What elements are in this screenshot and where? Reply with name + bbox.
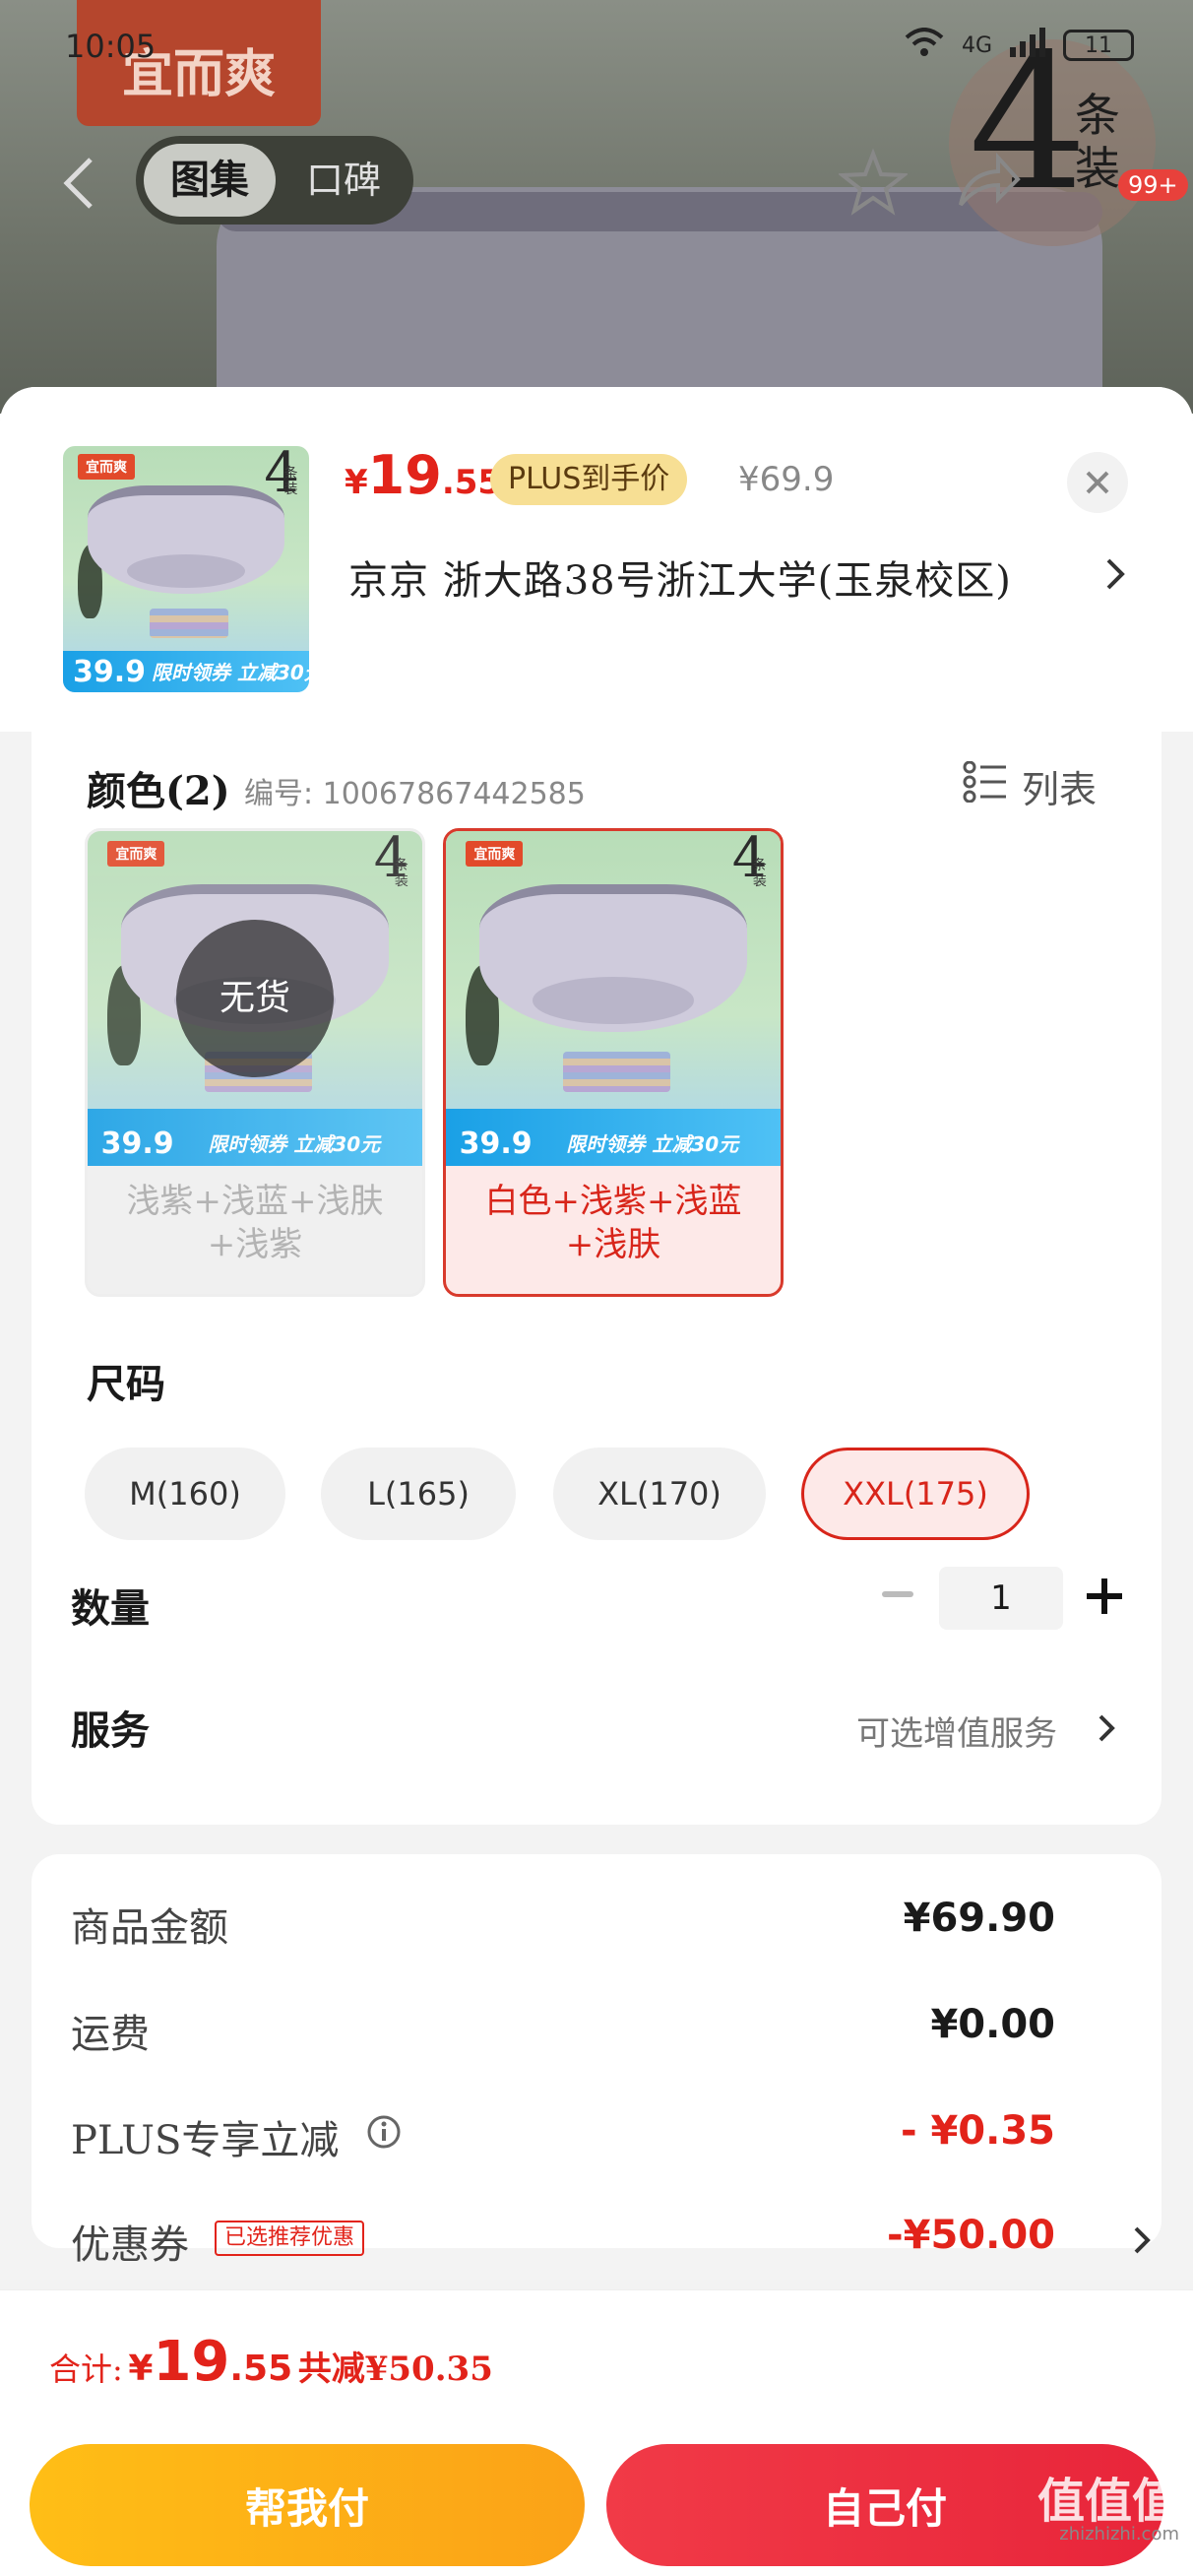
sku-sheet: 宜而爽 4 条装 39.9 限时领券 立减30元 ¥19.55 PLUS到手价 …	[0, 387, 1193, 2576]
share-icon[interactable]	[953, 148, 1022, 217]
delivery-address[interactable]: 京京 浙大路38号浙江大学(玉泉校区)	[348, 548, 1077, 606]
sku-number: 编号: 10067867442585	[244, 777, 586, 811]
cost-row-plus-discount: PLUS专享立减 - ¥0.35	[71, 2108, 1055, 2163]
options-panel: 颜色(2) 编号: 10067867442585 列表 宜而爽 4 条装 39.…	[31, 732, 1162, 1825]
plus-price: ¥19.55	[345, 444, 502, 506]
back-icon[interactable]	[57, 154, 100, 213]
chevron-right-icon[interactable]	[1097, 1710, 1116, 1746]
soldout-badge: 无货	[176, 920, 334, 1077]
gallery-tabs: 图集 口碑	[136, 136, 413, 225]
chevron-right-icon[interactable]	[1132, 2222, 1152, 2258]
coupon-recommended-tag: 已选推荐优惠	[215, 2221, 365, 2256]
color-option-selected[interactable]: 宜而爽 4 条装 39.9 限时领券 立减30元 白色+浅紫+浅蓝+浅肤	[443, 828, 784, 1297]
chevron-right-icon[interactable]	[1102, 552, 1128, 596]
status-bar: 10:05 4G 11	[0, 0, 1193, 98]
tab-reviews[interactable]: 口碑	[278, 144, 409, 217]
original-price: ¥69.9	[738, 460, 835, 499]
service-selector[interactable]: 可选增值服务	[856, 1707, 1057, 1755]
checkout-footer: 合计: ¥19.55 共减¥50.35 帮我付 自己付 值值值 zhizhizh…	[0, 2289, 1193, 2576]
quantity-title: 数量	[71, 1585, 150, 1632]
size-option-l[interactable]: L(165)	[321, 1448, 516, 1540]
sheet-header: 宜而爽 4 条装 39.9 限时领券 立减30元 ¥19.55 PLUS到手价 …	[0, 387, 1193, 732]
watermark: 值值值 zhizhizhi.com	[1036, 2474, 1179, 2544]
order-total: 合计: ¥19.55 共减¥50.35	[49, 2330, 493, 2394]
star-icon[interactable]	[837, 148, 910, 217]
cost-row-shipping: 运费 ¥0.00	[71, 2002, 1055, 2057]
color-title: 颜色(2)	[87, 768, 230, 814]
size-option-xxl[interactable]: XXL(175)	[801, 1448, 1030, 1540]
cost-row-goods: 商品金额 ¥69.90	[71, 1896, 1055, 1951]
cost-breakdown: 商品金额 ¥69.90 运费 ¥0.00 PLUS专享立减 - ¥0.35 优惠…	[31, 1854, 1162, 2268]
list-icon[interactable]	[963, 760, 1008, 804]
cost-row-coupon[interactable]: 优惠券 已选推荐优惠 -¥50.00	[71, 2213, 1151, 2272]
plus-price-tag: PLUS到手价	[490, 454, 688, 505]
quantity-input[interactable]: 1	[939, 1567, 1063, 1630]
list-view-toggle[interactable]: 列表	[1022, 759, 1097, 813]
product-thumbnail[interactable]: 宜而爽 4 条装 39.9 限时领券 立减30元	[63, 446, 309, 692]
plus-button[interactable]	[1087, 1578, 1122, 1614]
minus-button[interactable]	[882, 1591, 913, 1597]
wifi-icon	[905, 28, 944, 63]
close-icon[interactable]	[1067, 452, 1128, 513]
service-title: 服务	[71, 1707, 150, 1754]
size-option-m[interactable]: M(160)	[85, 1448, 285, 1540]
color-option-label: 白色+浅紫+浅蓝+浅肤	[484, 1182, 742, 1264]
nav-bar: 图集 口碑	[0, 128, 1193, 236]
network-label: 4G	[961, 32, 992, 58]
info-icon[interactable]	[366, 2114, 402, 2150]
color-option[interactable]: 宜而爽 4 条装 39.9 限时领券 立减30元 无货 浅紫+浅蓝+浅肤+浅紫	[85, 828, 425, 1297]
tab-gallery[interactable]: 图集	[144, 144, 276, 217]
help-pay-button[interactable]: 帮我付	[30, 2444, 585, 2566]
signal-icon	[1010, 28, 1045, 63]
size-title: 尺码	[87, 1361, 165, 1407]
color-option-label: 浅紫+浅蓝+浅肤+浅紫	[126, 1182, 384, 1264]
size-option-xl[interactable]: XL(170)	[553, 1448, 766, 1540]
battery-icon: 11	[1063, 30, 1134, 61]
status-time: 10:05	[65, 28, 157, 65]
